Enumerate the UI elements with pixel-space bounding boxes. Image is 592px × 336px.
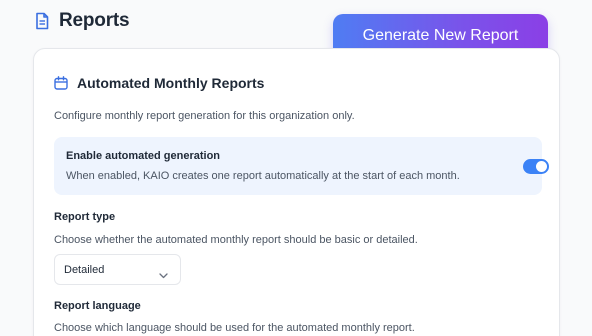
toggle-knob bbox=[536, 161, 547, 172]
automated-reports-card: Automated Monthly Reports Configure mont… bbox=[33, 48, 560, 336]
card-header: Automated Monthly Reports bbox=[54, 75, 264, 91]
report-type-select[interactable]: Detailed bbox=[54, 254, 181, 285]
document-icon bbox=[34, 12, 50, 30]
automation-toggle-panel: Enable automated generation When enabled… bbox=[54, 137, 549, 195]
page-header: Reports bbox=[34, 10, 130, 32]
report-language-description: Choose which language should be used for… bbox=[54, 322, 415, 334]
report-type-description: Choose whether the automated monthly rep… bbox=[54, 234, 418, 246]
automation-toggle-title: Enable automated generation bbox=[66, 150, 221, 162]
report-type-selected-value: Detailed bbox=[64, 263, 105, 276]
page-title: Reports bbox=[59, 10, 130, 31]
automation-toggle-switch[interactable] bbox=[523, 159, 549, 174]
chevron-down-icon bbox=[159, 266, 168, 279]
card-description: Configure monthly report generation for … bbox=[54, 110, 355, 122]
report-type-label: Report type bbox=[54, 211, 116, 223]
card-title: Automated Monthly Reports bbox=[77, 75, 265, 91]
automation-toggle-description: When enabled, KAIO creates one report au… bbox=[66, 170, 460, 182]
report-language-label: Report language bbox=[54, 300, 141, 312]
calendar-icon bbox=[54, 76, 68, 90]
